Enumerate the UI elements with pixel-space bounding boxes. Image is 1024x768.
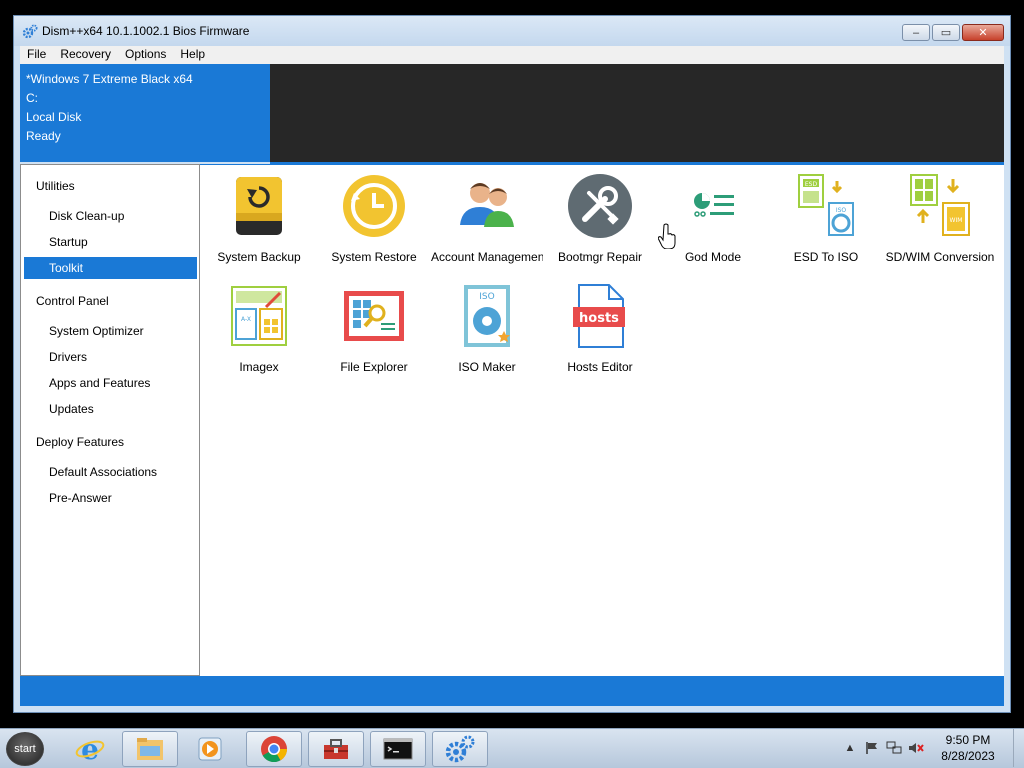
drive-letter: C: (26, 91, 38, 105)
sidebar-item-apps-and-features[interactable]: Apps and Features (24, 372, 197, 394)
taskbar-command-prompt[interactable] (370, 731, 426, 767)
wim-text: WIM (950, 217, 963, 224)
menu-help[interactable]: Help (173, 46, 212, 64)
restore-clock-icon (343, 175, 405, 237)
dism-window: Dism++x64 10.1.1002.1 Bios Firmware – ▭ … (13, 15, 1011, 713)
gear-icon (445, 735, 475, 763)
tool-system-backup[interactable]: System Backup (203, 169, 315, 269)
taskbar-clock[interactable]: 9:50 PM 8/28/2023 (927, 732, 1009, 764)
show-hidden-icons-icon[interactable]: ▲ (842, 740, 858, 756)
hand-cursor-icon (658, 223, 676, 249)
sidebar-group-control-panel: Control Panel (36, 294, 109, 308)
session-list-area (270, 64, 1004, 162)
clock-date: 8/28/2023 (941, 749, 995, 763)
volume-muted-icon[interactable] (908, 740, 924, 756)
sidebar-item-drivers[interactable]: Drivers (24, 346, 197, 368)
sidebar-group-deploy-features: Deploy Features (36, 435, 125, 449)
taskbar-chrome[interactable] (246, 731, 302, 767)
toolbox-icon (324, 739, 348, 759)
sidebar-item-pre-answer[interactable]: Pre-Answer (24, 487, 197, 509)
toolkit-panel: System Backup System Restore Account Man… (200, 164, 1004, 676)
menu-bar: File Recovery Options Help (20, 46, 1004, 64)
status-bar (20, 676, 1004, 706)
taskbar: start e ▲ 9:50 PM 8/28/2023 (0, 728, 1024, 768)
tool-label: System Restore (331, 250, 417, 264)
window-title: Dism++x64 10.1.1002.1 Bios Firmware (42, 24, 250, 38)
users-icon (460, 183, 514, 227)
os-name: *Windows 7 Extreme Black x64 (26, 72, 193, 86)
internet-explorer-icon: e (75, 734, 105, 764)
sidebar: Utilities Disk Clean-up Startup Toolkit … (20, 164, 200, 676)
start-button[interactable]: start (6, 732, 44, 766)
hosts-text: hosts (579, 311, 619, 326)
tool-label: Account Management (431, 250, 543, 264)
tool-imagex[interactable]: A-X Imagex (203, 279, 315, 379)
sidebar-group-utilities: Utilities (36, 179, 75, 193)
svg-text:e: e (81, 734, 99, 764)
network-icon[interactable] (886, 740, 902, 756)
command-prompt-icon (383, 738, 413, 760)
menu-recovery[interactable]: Recovery (53, 46, 118, 64)
backup-drive-icon (236, 177, 282, 235)
tool-account-management[interactable]: Account Management (431, 169, 543, 269)
sidebar-item-startup[interactable]: Startup (24, 231, 197, 253)
tool-label: Hosts Editor (567, 360, 633, 374)
taskbar-file-explorer[interactable] (122, 731, 178, 767)
tools-icon (568, 174, 632, 238)
sd-wim-conversion-icon: WIM (910, 174, 970, 236)
session-info-panel[interactable]: *Windows 7 Extreme Black x64 C: Local Di… (20, 64, 270, 162)
sidebar-item-disk-clean-up[interactable]: Disk Clean-up (24, 205, 197, 227)
sidebar-item-default-associations[interactable]: Default Associations (24, 461, 197, 483)
iso-maker-icon: ISO (464, 285, 510, 347)
sidebar-item-toolkit[interactable]: Toolkit (24, 257, 197, 279)
esd-text: ESD (805, 181, 818, 188)
tool-label: ESD To ISO (793, 250, 859, 264)
tool-label: God Mode (684, 250, 742, 264)
tool-sd-wim-conversion[interactable]: WIM SD/WIM Conversion (884, 169, 996, 269)
taskbar-internet-explorer[interactable]: e (62, 731, 118, 767)
tool-label: ISO Maker (458, 360, 516, 374)
chrome-icon (261, 736, 288, 763)
tool-hosts-editor[interactable]: hosts Hosts Editor (544, 279, 656, 379)
title-bar[interactable]: Dism++x64 10.1.1002.1 Bios Firmware – ▭ … (14, 16, 1010, 46)
esd-to-iso-icon: ESD ISO (798, 174, 854, 236)
imagex-icon: A-X (231, 286, 287, 346)
media-player-icon (198, 737, 222, 761)
tool-system-restore[interactable]: System Restore (318, 169, 430, 269)
system-tray: ▲ 9:50 PM 8/28/2023 (839, 729, 1024, 767)
sidebar-item-updates[interactable]: Updates (24, 398, 197, 420)
iso-text: ISO (479, 292, 494, 302)
minimize-button[interactable]: – (902, 24, 930, 41)
god-mode-icon (694, 193, 734, 217)
session-status: Ready (26, 129, 61, 143)
tool-label: Imagex (239, 360, 279, 374)
sidebar-item-system-optimizer[interactable]: System Optimizer (24, 320, 197, 342)
tool-label: System Backup (217, 250, 301, 264)
menu-options[interactable]: Options (118, 46, 173, 64)
hosts-file-icon: hosts (573, 284, 625, 348)
file-explorer-icon (344, 291, 404, 341)
close-button[interactable]: ✕ (962, 24, 1004, 41)
gear-icon (22, 24, 38, 39)
taskbar-media-player[interactable] (182, 731, 238, 767)
tool-label: SD/WIM Conversion (885, 250, 995, 264)
folder-icon (137, 738, 163, 760)
iso-text: ISO (836, 207, 847, 214)
maximize-button[interactable]: ▭ (932, 24, 960, 41)
tool-esd-to-iso[interactable]: ESD ISO ESD To ISO (770, 169, 882, 269)
tool-bootmgr-repair[interactable]: Bootmgr Repair (544, 169, 656, 269)
menu-file[interactable]: File (20, 46, 53, 64)
disk-type: Local Disk (26, 110, 82, 124)
show-desktop-button[interactable] (1013, 729, 1024, 767)
action-center-flag-icon[interactable] (864, 740, 880, 756)
taskbar-dism-app[interactable] (432, 731, 488, 767)
tool-iso-maker[interactable]: ISO ISO Maker (431, 279, 543, 379)
tool-file-explorer[interactable]: File Explorer (318, 279, 430, 379)
tool-god-mode[interactable]: God Mode (657, 169, 769, 269)
ax-text: A-X (241, 316, 251, 323)
taskbar-toolbox-app[interactable] (308, 731, 364, 767)
tool-label: File Explorer (340, 360, 408, 374)
tool-label: Bootmgr Repair (557, 250, 643, 264)
clock-time: 9:50 PM (945, 733, 991, 747)
